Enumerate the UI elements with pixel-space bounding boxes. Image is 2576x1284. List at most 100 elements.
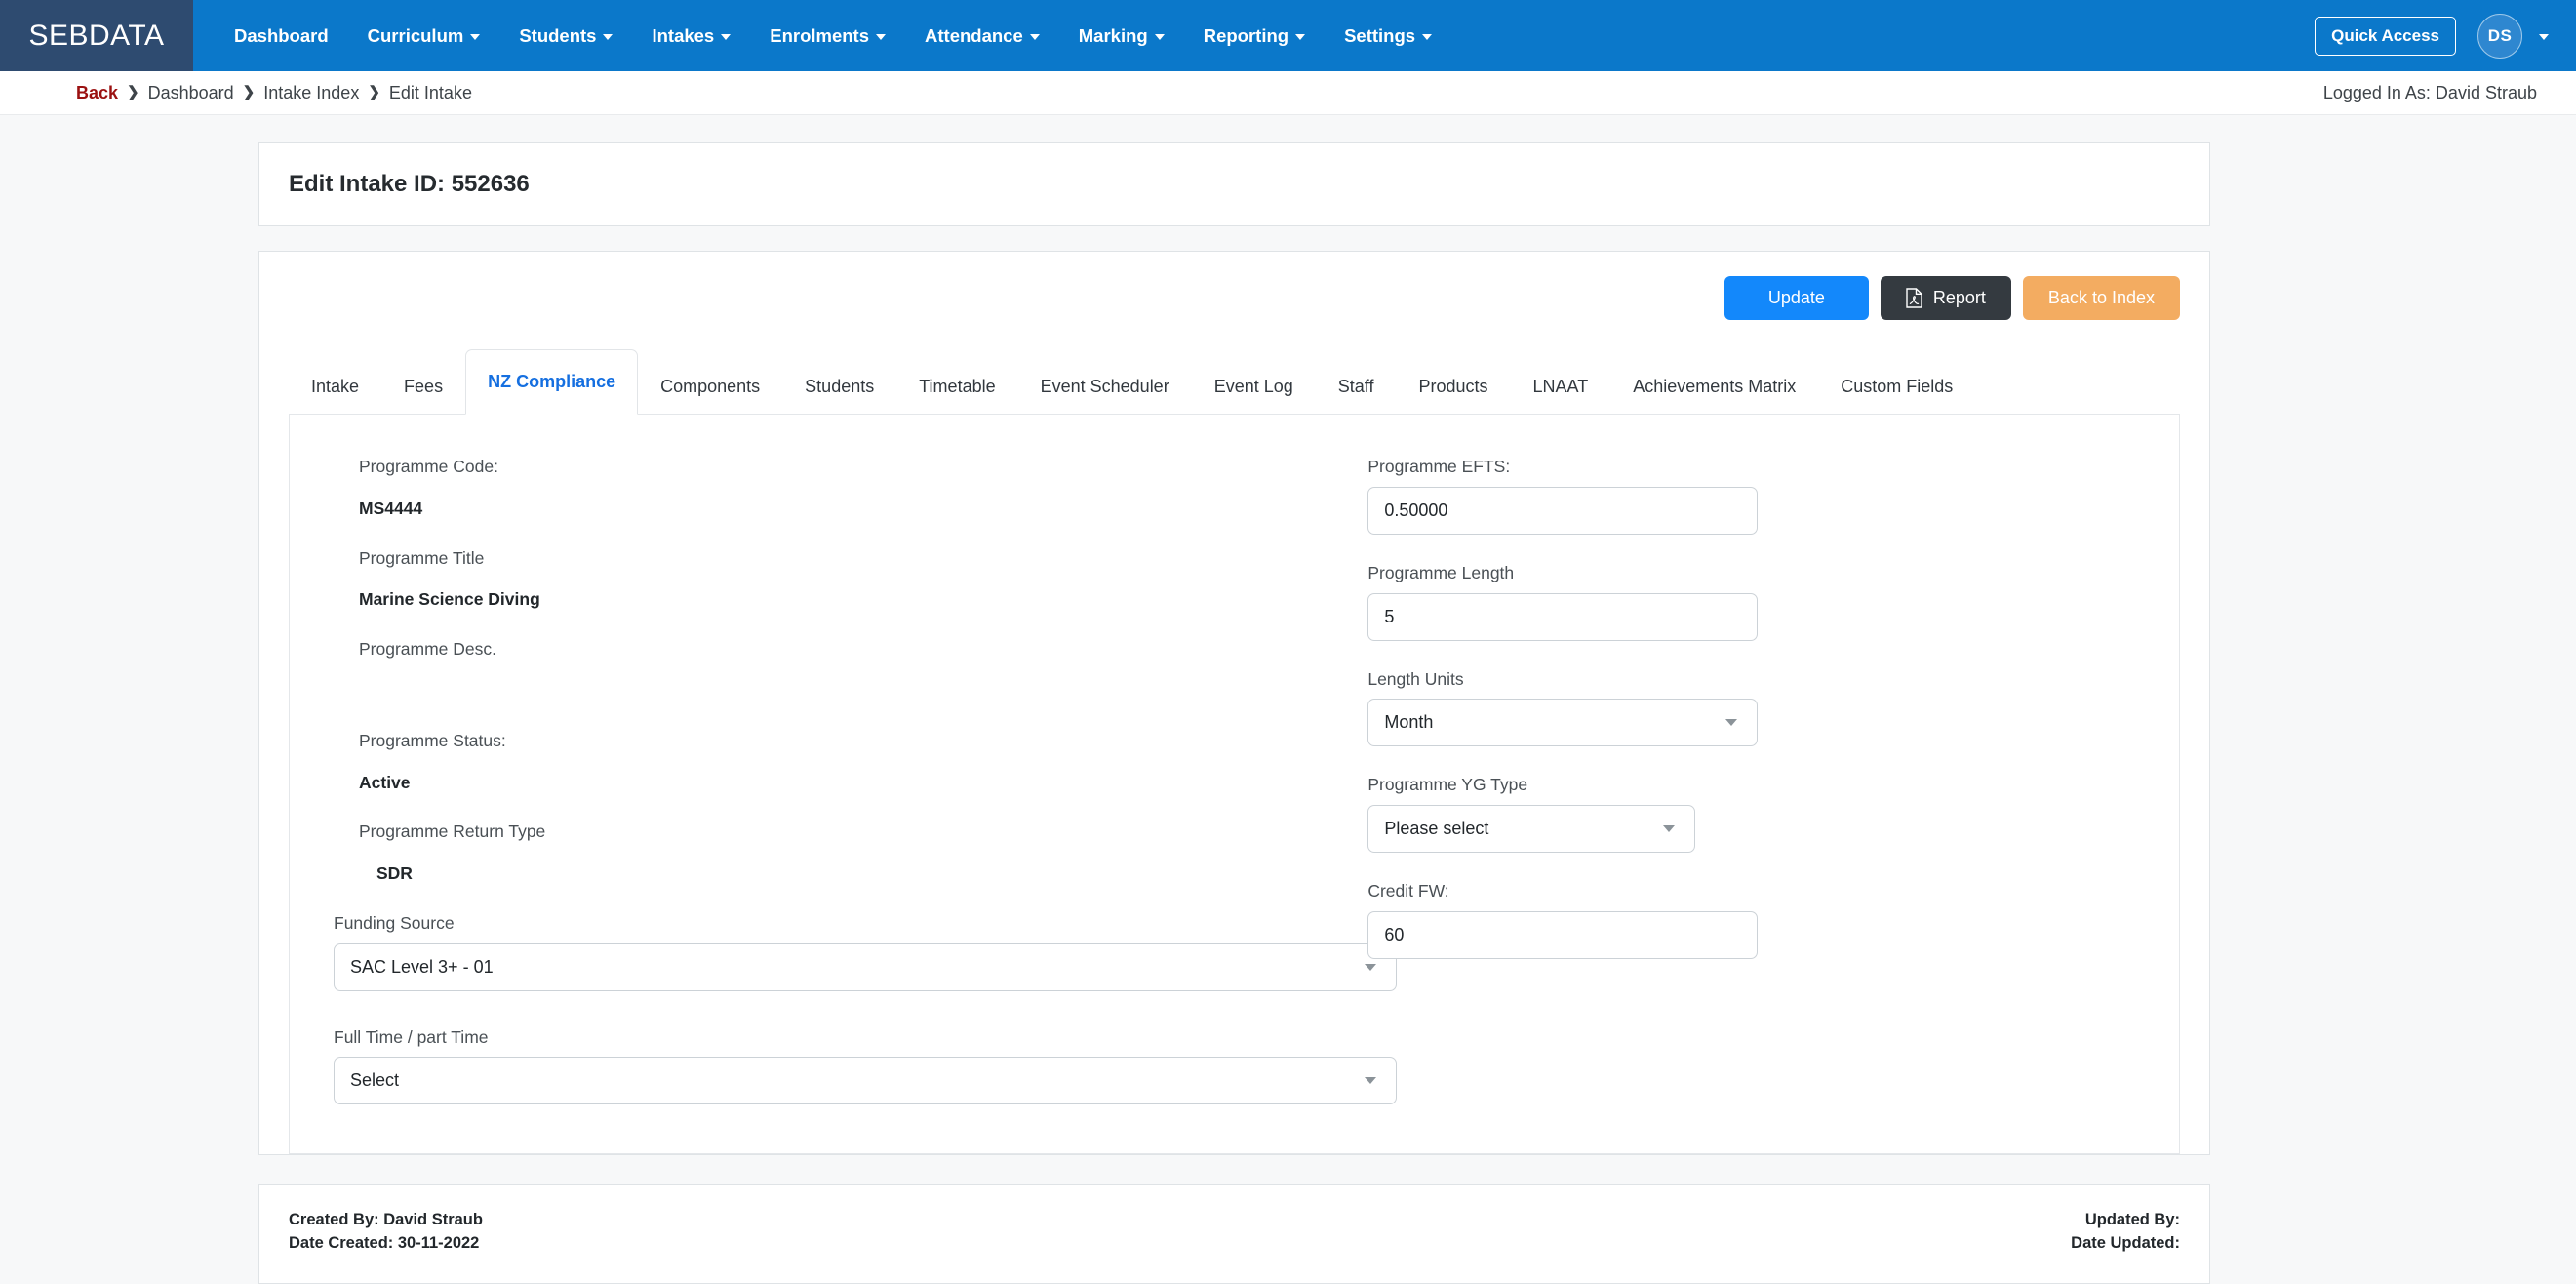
programme-length-input[interactable]: 5 xyxy=(1367,592,1759,641)
field-programme-length: Programme Length 5 xyxy=(1367,562,2179,641)
nav-item-settings[interactable]: Settings xyxy=(1325,0,1451,71)
main-content-card: Update Report Back to Index Intake Fees xyxy=(258,251,2210,1156)
tab-staff[interactable]: Staff xyxy=(1316,360,1397,414)
programme-title-label: Programme Title xyxy=(359,547,485,568)
back-to-index-button[interactable]: Back to Index xyxy=(2022,276,2180,320)
nav-item-curriculum[interactable]: Curriculum xyxy=(348,0,500,71)
tab-fees[interactable]: Fees xyxy=(381,360,465,414)
programme-efts-input[interactable]: 0.50000 xyxy=(1367,486,1759,535)
breadcrumb-back-link[interactable]: Back xyxy=(76,83,118,103)
full-part-time-value: Select xyxy=(350,1070,400,1091)
tab-products[interactable]: Products xyxy=(1396,360,1510,414)
date-updated-text: Date Updated: xyxy=(2071,1234,2180,1253)
length-units-select[interactable]: Month xyxy=(1367,699,1759,747)
tab-label: LNAAT xyxy=(1532,377,1589,396)
tab-label: Students xyxy=(805,377,875,396)
pdf-file-icon xyxy=(1906,288,1922,308)
chevron-down-icon xyxy=(1422,33,1433,40)
chevron-down-icon xyxy=(1295,33,1306,40)
form-column-left: Programme Code: MS4444 Programme Title M… xyxy=(290,456,1397,1105)
footer-created-block: Created By: David Straub Date Created: 3… xyxy=(289,1209,483,1256)
nav-item-marking[interactable]: Marking xyxy=(1059,0,1184,71)
tab-components[interactable]: Components xyxy=(638,360,782,414)
tab-label: Components xyxy=(660,377,761,396)
programme-desc-value xyxy=(359,680,1328,702)
back-to-index-button-label: Back to Index xyxy=(2047,288,2155,307)
field-programme-efts: Programme EFTS: 0.50000 xyxy=(1367,456,2179,535)
breadcrumb-item-intake-index[interactable]: Intake Index xyxy=(263,83,359,103)
logged-in-label: Logged In As: David Straub xyxy=(2322,82,2537,102)
tab-label: Achievements Matrix xyxy=(1633,377,1797,396)
tab-label: NZ Compliance xyxy=(488,372,616,391)
nav-item-label: Students xyxy=(519,24,597,46)
breadcrumb-bar: Back ❯ Dashboard ❯ Intake Index ❯ Edit I… xyxy=(0,71,2576,115)
nav-item-reporting[interactable]: Reporting xyxy=(1184,0,1325,71)
chevron-down-icon xyxy=(721,33,732,40)
nav-item-attendance[interactable]: Attendance xyxy=(905,0,1059,71)
navbar-right: Quick Access DS xyxy=(2315,0,2576,71)
tab-label: Products xyxy=(1418,377,1488,396)
credit-fw-input[interactable]: 60 xyxy=(1367,910,1759,959)
field-programme-title: Programme Title Marine Science Diving xyxy=(334,547,1328,612)
brand-logo[interactable]: SEBDATA xyxy=(0,0,193,71)
field-programme-return-type: Programme Return Type SDR xyxy=(334,821,1328,885)
nav-item-label: Attendance xyxy=(925,24,1023,46)
update-button[interactable]: Update xyxy=(1724,276,1869,320)
tab-event-log[interactable]: Event Log xyxy=(1192,360,1316,414)
programme-title-value: Marine Science Diving xyxy=(359,589,540,610)
tab-timetable[interactable]: Timetable xyxy=(896,360,1017,414)
length-units-value: Month xyxy=(1384,712,1434,733)
credit-fw-value: 60 xyxy=(1384,924,1405,944)
page-body: Edit Intake ID: 552636 Update Report Bac… xyxy=(0,142,2576,1284)
breadcrumb: Back ❯ Dashboard ❯ Intake Index ❯ Edit I… xyxy=(76,83,472,103)
form-column-right: Programme EFTS: 0.50000 Programme Length… xyxy=(1328,456,2179,1104)
nav-item-label: Dashboard xyxy=(234,24,329,46)
brand-text: SEBDATA xyxy=(28,19,165,52)
tab-event-scheduler[interactable]: Event Scheduler xyxy=(1018,360,1192,414)
full-part-time-select[interactable]: Select xyxy=(334,1057,1397,1105)
tab-bar: Intake Fees NZ Compliance Components Stu… xyxy=(259,349,2209,415)
field-credit-fw: Credit FW: 60 xyxy=(1367,880,2179,959)
tab-label: Intake xyxy=(311,377,360,396)
chevron-down-icon xyxy=(603,33,614,40)
tab-label: Timetable xyxy=(919,377,996,396)
programme-return-type-value: SDR xyxy=(376,863,413,883)
programme-length-label: Programme Length xyxy=(1367,562,1515,582)
chevron-down-icon xyxy=(2539,33,2549,40)
chevron-down-icon xyxy=(1663,825,1676,832)
tab-nz-compliance[interactable]: NZ Compliance xyxy=(465,349,639,415)
field-programme-yg-type: Programme YG Type Please select xyxy=(1367,774,2179,853)
tab-lnaat[interactable]: LNAAT xyxy=(1511,360,1611,414)
page-title: Edit Intake ID: 552636 xyxy=(289,171,530,197)
full-part-time-label: Full Time / part Time xyxy=(334,1026,489,1047)
tab-achievements-matrix[interactable]: Achievements Matrix xyxy=(1610,360,1818,414)
tab-intake[interactable]: Intake xyxy=(289,360,381,414)
nav-item-label: Reporting xyxy=(1203,24,1289,46)
breadcrumb-item-dashboard[interactable]: Dashboard xyxy=(148,83,234,103)
report-button[interactable]: Report xyxy=(1880,276,2011,320)
quick-access-button[interactable]: Quick Access xyxy=(2315,16,2456,56)
funding-source-select[interactable]: SAC Level 3+ - 01 xyxy=(334,943,1397,991)
field-programme-desc: Programme Desc. xyxy=(334,638,1328,702)
programme-length-value: 5 xyxy=(1384,606,1395,626)
chevron-down-icon xyxy=(1725,719,1738,727)
programme-efts-label: Programme EFTS: xyxy=(1367,457,1511,476)
nav-item-students[interactable]: Students xyxy=(499,0,632,71)
user-menu[interactable]: DS xyxy=(2477,13,2549,59)
nav-item-enrolments[interactable]: Enrolments xyxy=(750,0,905,71)
breadcrumb-separator-icon: ❯ xyxy=(368,84,380,100)
nav-item-intakes[interactable]: Intakes xyxy=(632,0,750,71)
breadcrumb-separator-icon: ❯ xyxy=(242,84,256,100)
tab-students[interactable]: Students xyxy=(782,360,896,414)
nav-item-dashboard[interactable]: Dashboard xyxy=(215,0,348,71)
programme-yg-type-select[interactable]: Please select xyxy=(1367,805,1696,853)
nav-item-label: Curriculum xyxy=(367,24,464,46)
programme-return-type-label: Programme Return Type xyxy=(359,822,546,842)
tab-label: Custom Fields xyxy=(1841,377,1954,396)
breadcrumb-item-edit-intake: Edit Intake xyxy=(388,82,472,102)
page-title-card: Edit Intake ID: 552636 xyxy=(258,142,2210,226)
nz-compliance-panel: Programme Code: MS4444 Programme Title M… xyxy=(289,414,2180,1155)
tab-custom-fields[interactable]: Custom Fields xyxy=(1818,360,1975,414)
programme-status-label: Programme Status: xyxy=(359,730,506,750)
chevron-down-icon xyxy=(1029,33,1040,40)
